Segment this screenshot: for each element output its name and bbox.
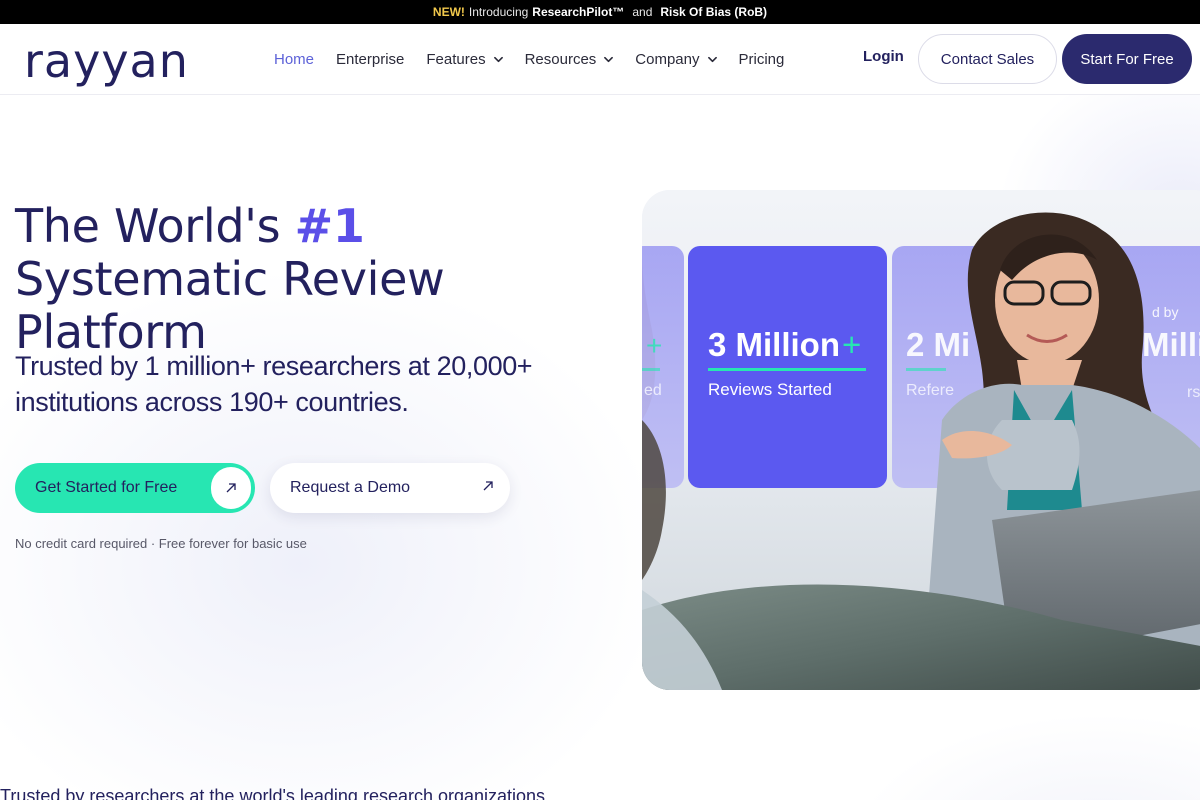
announcement-new-label: NEW! bbox=[432, 5, 465, 19]
announcement-and: and bbox=[632, 5, 653, 19]
nav-item-pricing-label: Pricing bbox=[738, 50, 785, 68]
nav-item-features[interactable]: Features bbox=[426, 50, 503, 68]
nav-item-features-label: Features bbox=[426, 50, 486, 68]
nav-item-company-label: Company bbox=[635, 50, 700, 68]
nav-item-resources-label: Resources bbox=[524, 50, 597, 68]
nav-item-enterprise-label: Enterprise bbox=[336, 50, 405, 68]
hero-note: No credit card required · Free forever f… bbox=[15, 536, 307, 551]
stat-left-label: ed bbox=[644, 382, 662, 399]
stat-right-top: d by bbox=[1152, 304, 1179, 320]
stat-main-value: 3 Million bbox=[708, 326, 840, 363]
get-started-button[interactable]: Get Started for Free bbox=[15, 463, 255, 513]
hero-image: 3 Million+ Reviews Started 2 Mi Refere +… bbox=[642, 190, 1200, 690]
chevron-down-icon bbox=[604, 56, 614, 62]
stat-left-plus: + bbox=[646, 330, 663, 361]
nav-item-home[interactable]: Home bbox=[274, 51, 314, 68]
chevron-down-icon bbox=[493, 56, 503, 62]
hero-title-pre: The World's bbox=[15, 199, 295, 253]
stat-right-value: Milli bbox=[1142, 326, 1200, 363]
nav-item-company[interactable]: Company bbox=[635, 50, 717, 68]
rayyan-logo[interactable]: rayyan bbox=[24, 38, 189, 84]
main-nav: Home Enterprise Features Resources Compa… bbox=[274, 24, 806, 94]
nav-item-resources[interactable]: Resources bbox=[525, 51, 614, 68]
site-header: rayyan Home Enterprise Features Resource… bbox=[0, 24, 1200, 95]
trusted-heading: Trusted by researchers at the world's le… bbox=[0, 786, 546, 800]
arrow-up-right-icon bbox=[211, 467, 251, 509]
announcement-bar[interactable]: NEW! Introducing ResearchPilot™ and Risk… bbox=[0, 0, 1200, 24]
nav-item-home-label: Home bbox=[274, 50, 315, 68]
nav-item-enterprise[interactable]: Enterprise bbox=[336, 51, 404, 68]
chevron-down-icon bbox=[707, 56, 717, 62]
contact-sales-button[interactable]: Contact Sales bbox=[918, 34, 1057, 84]
hero-title-accent: #1 bbox=[294, 199, 365, 253]
request-demo-label: Request a Demo bbox=[290, 479, 411, 496]
stat-main-value-block: 3 Million+ bbox=[708, 326, 861, 364]
start-for-free-button[interactable]: Start For Free bbox=[1062, 34, 1192, 84]
get-started-label: Get Started for Free bbox=[35, 479, 178, 496]
stat-partial-value: 2 Mi bbox=[906, 326, 971, 363]
hero-subtitle: Trusted by 1 million+ researchers at 20,… bbox=[15, 351, 533, 417]
request-demo-button[interactable]: Request a Demo bbox=[270, 463, 510, 513]
announcement-intro: Introducing bbox=[468, 5, 529, 19]
announcement-feature: Risk Of Bias (RoB) bbox=[660, 5, 768, 19]
login-link[interactable]: Login bbox=[863, 48, 904, 65]
hero-title-post: Systematic Review Platform bbox=[15, 252, 445, 359]
hero-title: The World's #1 Systematic Review Platfor… bbox=[15, 200, 615, 359]
stat-right-label: rs bbox=[1187, 384, 1200, 401]
arrow-up-right-icon bbox=[483, 481, 493, 491]
nav-item-pricing[interactable]: Pricing bbox=[739, 51, 785, 68]
announcement-product: ResearchPilot™ bbox=[532, 5, 625, 19]
stat-partial-label: Refere bbox=[906, 382, 955, 399]
stat-main-plus: + bbox=[842, 326, 862, 363]
stat-main-label: Reviews Started bbox=[708, 380, 832, 399]
